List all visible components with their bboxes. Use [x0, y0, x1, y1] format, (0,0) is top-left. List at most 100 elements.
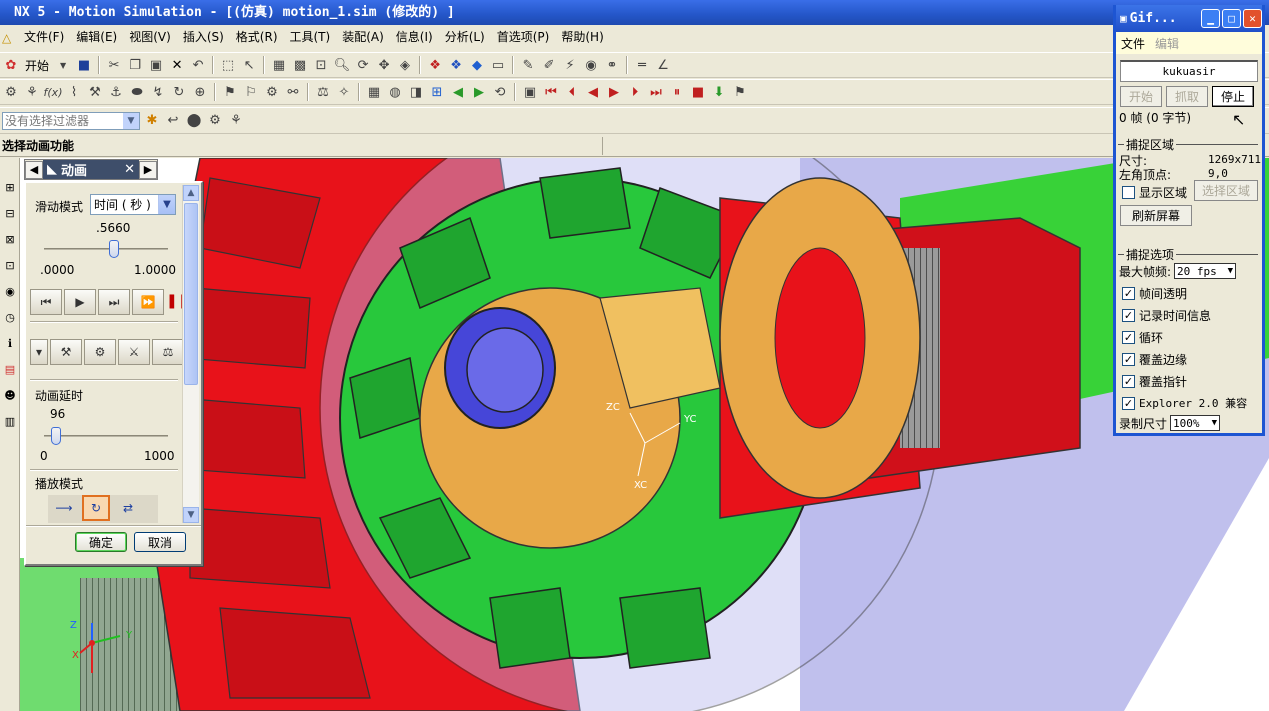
menu-view[interactable]: 视图(V) [123, 25, 177, 50]
joint-icon[interactable]: ◉ [582, 56, 600, 74]
body-icon[interactable]: ⬤ [185, 112, 203, 130]
trace-dropdown-icon[interactable]: ▾ [30, 339, 48, 365]
layer-icon[interactable]: ▭ [489, 56, 507, 74]
option-explorer-compat[interactable]: ✓ Explorer 2.0 兼容 [1122, 395, 1247, 411]
tracer-icon[interactable]: ✧ [335, 83, 353, 101]
menu-format[interactable]: 格式(R) [230, 25, 284, 50]
analysis-icon[interactable]: ✐ [540, 56, 558, 74]
show-area-checkbox[interactable]: 显示区域 [1122, 184, 1187, 201]
feature-icon[interactable]: ⚘ [227, 112, 245, 130]
save-icon[interactable]: ■ [75, 56, 93, 74]
rotate-icon[interactable]: ⟳ [354, 56, 372, 74]
chevron-left-icon[interactable]: ◀ [25, 160, 43, 179]
play-once-icon[interactable]: ⟶ [48, 495, 80, 521]
solver-icon[interactable]: ⚑ [221, 83, 239, 101]
pause-icon[interactable]: ⏸ [668, 83, 686, 101]
forward-icon[interactable]: ▶ [470, 83, 488, 101]
marker-icon[interactable]: ⊕ [191, 83, 209, 101]
option-overlay-border[interactable]: ✓ 覆盖边缘 [1122, 351, 1187, 368]
copy-icon[interactable]: ❐ [126, 56, 144, 74]
gear-joint-icon[interactable]: ⚙ [263, 83, 281, 101]
link-tool-icon[interactable]: ⚙ [2, 83, 20, 101]
step-back-icon[interactable]: ⏴ [563, 83, 581, 101]
option-record-timing[interactable]: ✓ 记录时间信息 [1122, 307, 1211, 324]
ping-pong-icon[interactable]: ⇄ [112, 495, 144, 521]
option-loop[interactable]: ✓ 循环 [1122, 329, 1163, 346]
gif-stop-button[interactable]: 停止 [1212, 86, 1254, 107]
roles-icon[interactable]: ☻ [1, 386, 19, 404]
spring-icon[interactable]: ⌇ [65, 83, 83, 101]
clock-icon[interactable]: ◷ [1, 308, 19, 326]
start-button[interactable]: 开始 [25, 57, 49, 74]
magnify-icon[interactable]: 🔍︎ [333, 56, 351, 74]
menu-tools[interactable]: 工具(T) [284, 25, 337, 50]
play-icon[interactable]: ▶ [64, 289, 96, 315]
gif-menu-file[interactable]: 文件 [1116, 35, 1150, 52]
cable-icon[interactable]: ⚯ [284, 83, 302, 101]
step-forward-icon[interactable]: ⏵ [626, 83, 644, 101]
zoom-window-icon[interactable]: ⊡ [312, 56, 330, 74]
time-slider-track[interactable] [44, 248, 168, 250]
motion-navigator-icon[interactable]: ⊠ [1, 230, 19, 248]
menu-preferences[interactable]: 首选项(P) [491, 25, 556, 50]
export-icon[interactable]: ⬇ [710, 83, 728, 101]
chevron-down-icon[interactable]: ▼ [158, 195, 175, 214]
scrollbar-thumb[interactable] [184, 203, 198, 385]
render-icon[interactable]: ❖ [426, 56, 444, 74]
solution-icon[interactable]: ⚐ [242, 83, 260, 101]
checkbox-box[interactable] [1122, 186, 1135, 199]
graph-icon[interactable]: ◍ [386, 83, 404, 101]
measure-icon[interactable]: ✎ [519, 56, 537, 74]
web-icon[interactable]: ▥ [1, 412, 19, 430]
component-icon[interactable]: ⚙ [206, 112, 224, 130]
undo-icon[interactable]: ↶ [189, 56, 207, 74]
option-interframe-transparency[interactable]: ✓ 帧间透明 [1122, 285, 1187, 302]
close-icon[interactable]: ✕ [1243, 9, 1262, 28]
function-icon[interactable]: f(x) [44, 83, 63, 101]
pointer-icon[interactable]: ↖ [240, 56, 258, 74]
ok-button[interactable]: 确定 [75, 532, 127, 552]
loop-icon[interactable]: ↻ [82, 495, 110, 521]
gif-menu-edit[interactable]: 编辑 [1150, 35, 1184, 52]
menu-insert[interactable]: 插入(S) [177, 25, 230, 50]
max-fps-select[interactable]: 20 fps ▼ [1174, 263, 1236, 279]
history-icon[interactable]: ⊡ [1, 256, 19, 274]
gif-capture-button[interactable]: 抓取 [1166, 86, 1208, 107]
delay-slider-thumb[interactable] [50, 427, 61, 445]
finish-flag-icon[interactable]: ⚑ [731, 83, 749, 101]
select-icon[interactable]: ⬚ [219, 56, 237, 74]
back-icon[interactable]: ◀ [449, 83, 467, 101]
chevron-down-icon[interactable]: ▼ [123, 112, 139, 129]
fast-forward-icon[interactable]: ⏩ [132, 289, 164, 315]
animation-icon[interactable]: ▣ [521, 83, 539, 101]
force-icon[interactable]: ↯ [149, 83, 167, 101]
table-icon[interactable]: ⊞ [428, 83, 446, 101]
fast-forward-icon[interactable]: ⏭ [647, 83, 665, 101]
start-icon[interactable]: ✿ [2, 56, 20, 74]
selection-filter[interactable]: 没有选择过滤器 ▼ [2, 111, 140, 130]
bushing-icon[interactable]: ⚓ [107, 83, 125, 101]
reset-icon[interactable]: ↩ [164, 112, 182, 130]
damper-icon[interactable]: ⚒ [86, 83, 104, 101]
paste-icon[interactable]: ▣ [147, 56, 165, 74]
rewind-icon[interactable]: ⏮ [542, 83, 560, 101]
torque-icon[interactable]: ↻ [170, 83, 188, 101]
select-area-button[interactable]: 选择区域 [1194, 180, 1258, 201]
joint-tool-icon[interactable]: ⚘ [23, 83, 41, 101]
sync-icon[interactable]: ⟲ [491, 83, 509, 101]
pan-icon[interactable]: ✥ [375, 56, 393, 74]
delay-slider-track[interactable] [44, 435, 168, 437]
fit-icon[interactable]: ▦ [270, 56, 288, 74]
rainbow-icon[interactable]: ▤ [1, 360, 19, 378]
time-slider-thumb[interactable] [109, 240, 120, 258]
step-forward-icon[interactable]: ⏭ [98, 289, 130, 315]
shade-icon[interactable]: ❖ [447, 56, 465, 74]
zoom-icon[interactable]: ▩ [291, 56, 309, 74]
assembly-navigator-icon[interactable]: ⊞ [1, 178, 19, 196]
link-icon[interactable]: ⚭ [603, 56, 621, 74]
nx-app-icon[interactable]: △ [2, 31, 18, 45]
dialog-scrollbar[interactable]: ▲ ▼ [182, 185, 199, 523]
ruler-icon[interactable]: ═ [633, 56, 651, 74]
cut-icon[interactable]: ✂ [105, 56, 123, 74]
view-icon[interactable]: ◈ [396, 56, 414, 74]
